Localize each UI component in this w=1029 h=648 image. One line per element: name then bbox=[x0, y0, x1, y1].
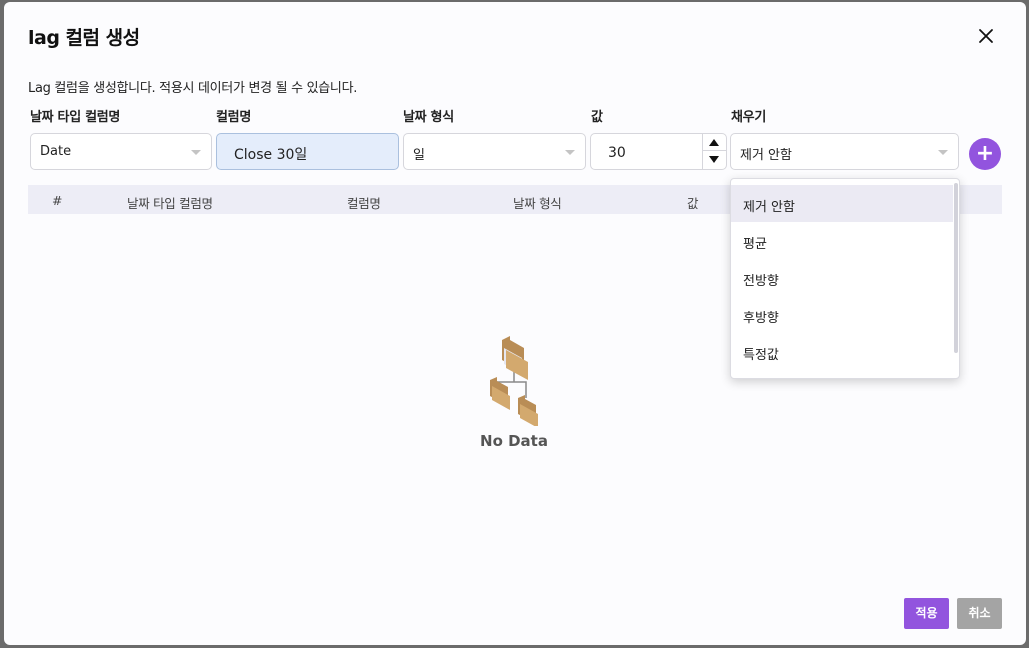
date-column-value: Date bbox=[40, 144, 72, 159]
dropdown-option-none[interactable]: 제거 안함 bbox=[731, 185, 953, 222]
fill-value: 제거 안함 bbox=[740, 148, 792, 163]
column-name-input[interactable]: Close 30일 bbox=[216, 133, 399, 170]
chevron-down-icon bbox=[565, 150, 575, 155]
dropdown-option-mean[interactable]: 평균 bbox=[731, 222, 953, 259]
column-header-index: # bbox=[52, 193, 63, 208]
column-header-date-format: 날짜 형식 bbox=[513, 196, 562, 211]
dropdown-option-forward[interactable]: 전방향 bbox=[731, 259, 953, 296]
close-button[interactable] bbox=[974, 24, 998, 48]
fill-dropdown-menu: 제거 안함 평균 전방향 후방향 특정값 bbox=[730, 178, 960, 379]
empty-text: No Data bbox=[480, 432, 548, 450]
dropdown-option-label: 전방향 bbox=[743, 274, 779, 289]
spinner-up-button[interactable] bbox=[703, 134, 726, 151]
date-column-label: 날짜 타입 컬럼명 bbox=[30, 110, 121, 125]
dropdown-option-specific[interactable]: 특정값 bbox=[731, 333, 953, 370]
column-header-date-column: 날짜 타입 컬럼명 bbox=[127, 196, 213, 211]
dropdown-option-label: 제거 안함 bbox=[743, 200, 795, 215]
date-format-select[interactable]: 일 bbox=[403, 133, 586, 170]
add-button[interactable]: + bbox=[969, 138, 1001, 170]
cancel-button[interactable]: 취소 bbox=[957, 598, 1002, 629]
column-header-column-name: 컬럼명 bbox=[347, 196, 381, 211]
dropdown-scrollbar[interactable] bbox=[954, 183, 958, 353]
triangle-up-icon bbox=[709, 139, 719, 146]
column-header-value: 값 bbox=[687, 196, 699, 211]
dialog-title: lag 컬럼 생성 bbox=[28, 27, 140, 49]
apply-button[interactable]: 적용 bbox=[904, 598, 949, 629]
chevron-down-icon bbox=[191, 150, 201, 155]
value-label: 값 bbox=[591, 110, 603, 125]
folder-tree-icon bbox=[490, 336, 538, 428]
date-column-select[interactable]: Date bbox=[30, 133, 212, 170]
empty-state: No Data bbox=[474, 334, 554, 450]
triangle-down-icon bbox=[709, 156, 719, 163]
column-name-label: 컬럼명 bbox=[216, 110, 251, 125]
date-format-label: 날짜 형식 bbox=[403, 110, 454, 125]
close-icon bbox=[979, 29, 993, 43]
fill-select[interactable]: 제거 안함 bbox=[730, 133, 959, 170]
dialog-description: Lag 컬럼을 생성합니다. 적용시 데이터가 변경 될 수 있습니다. bbox=[28, 81, 358, 96]
dropdown-option-label: 후방향 bbox=[743, 311, 779, 326]
value-number-value: 30 bbox=[608, 145, 626, 161]
dropdown-option-backward[interactable]: 후방향 bbox=[731, 296, 953, 333]
date-format-value: 일 bbox=[413, 148, 425, 163]
dropdown-option-label: 평균 bbox=[743, 237, 767, 252]
value-number-input[interactable]: 30 bbox=[590, 133, 727, 170]
value-spinner bbox=[702, 134, 726, 169]
fill-label: 채우기 bbox=[731, 110, 766, 125]
column-name-value: Close 30일 bbox=[234, 147, 308, 163]
spinner-down-button[interactable] bbox=[703, 152, 726, 169]
lag-column-dialog: lag 컬럼 생성 Lag 컬럼을 생성합니다. 적용시 데이터가 변경 될 수… bbox=[4, 2, 1026, 645]
dropdown-option-label: 특정값 bbox=[743, 348, 779, 363]
chevron-down-icon bbox=[938, 150, 948, 155]
